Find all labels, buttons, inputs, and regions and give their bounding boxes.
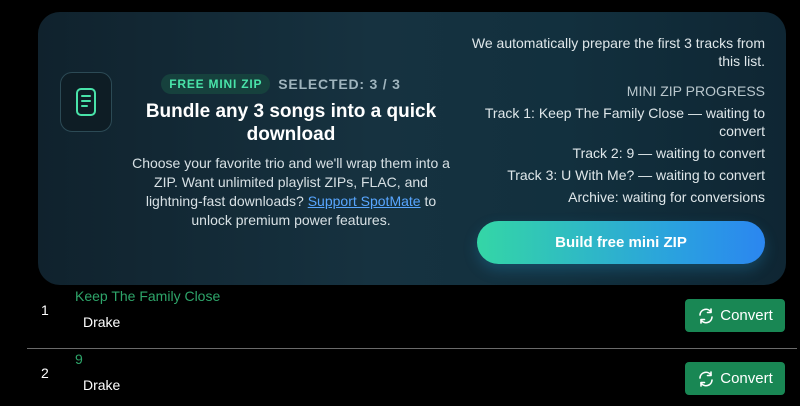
progress-line-archive: Archive: waiting for conversions (568, 189, 765, 205)
convert-label: Convert (720, 307, 773, 324)
convert-label: Convert (720, 370, 773, 387)
progress-line-track-1: Track 1: Keep The Family Close — waiting… (484, 105, 765, 139)
progress-title: MINI ZIP PROGRESS (626, 83, 765, 99)
track-number: 1 (41, 302, 49, 318)
track-artist: Drake (83, 314, 121, 330)
convert-button[interactable]: Convert (685, 299, 785, 332)
progress-line-track-3: Track 3: U With Me? — waiting to convert (507, 167, 765, 183)
refresh-icon (697, 307, 715, 325)
free-mini-zip-badge: FREE MINI ZIP (161, 74, 271, 94)
build-mini-zip-button[interactable]: Build free mini ZIP (477, 221, 765, 264)
track-row: 1 Keep The Family Close Drake Convert (27, 286, 797, 348)
progress-line-track-2: Track 2: 9 — waiting to convert (572, 145, 765, 161)
mini-zip-card: FREE MINI ZIP SELECTED: 3 / 3 Bundle any… (38, 12, 786, 285)
document-icon (60, 72, 112, 132)
selected-count: SELECTED: 3 / 3 (278, 76, 401, 92)
progress-intro: We automatically prepare the first 3 tra… (471, 35, 765, 69)
promo-description: Choose your favorite trio and we'll wrap… (126, 154, 456, 230)
convert-button[interactable]: Convert (685, 362, 785, 395)
track-number: 2 (41, 365, 49, 381)
promo-headline: Bundle any 3 songs into a quick download (145, 101, 437, 145)
track-title: Keep The Family Close (75, 288, 221, 304)
track-row: 2 9 Drake Convert (27, 348, 797, 406)
zip-progress-panel: We automatically prepare the first 3 tra… (465, 34, 765, 210)
promo-text: FREE MINI ZIP SELECTED: 3 / 3 Bundle any… (126, 74, 456, 230)
support-spotmate-link[interactable]: Support SpotMate (308, 193, 421, 209)
track-title: 9 (75, 351, 83, 367)
badge-row: FREE MINI ZIP SELECTED: 3 / 3 (106, 74, 456, 94)
refresh-icon (697, 370, 715, 388)
track-artist: Drake (83, 377, 121, 393)
